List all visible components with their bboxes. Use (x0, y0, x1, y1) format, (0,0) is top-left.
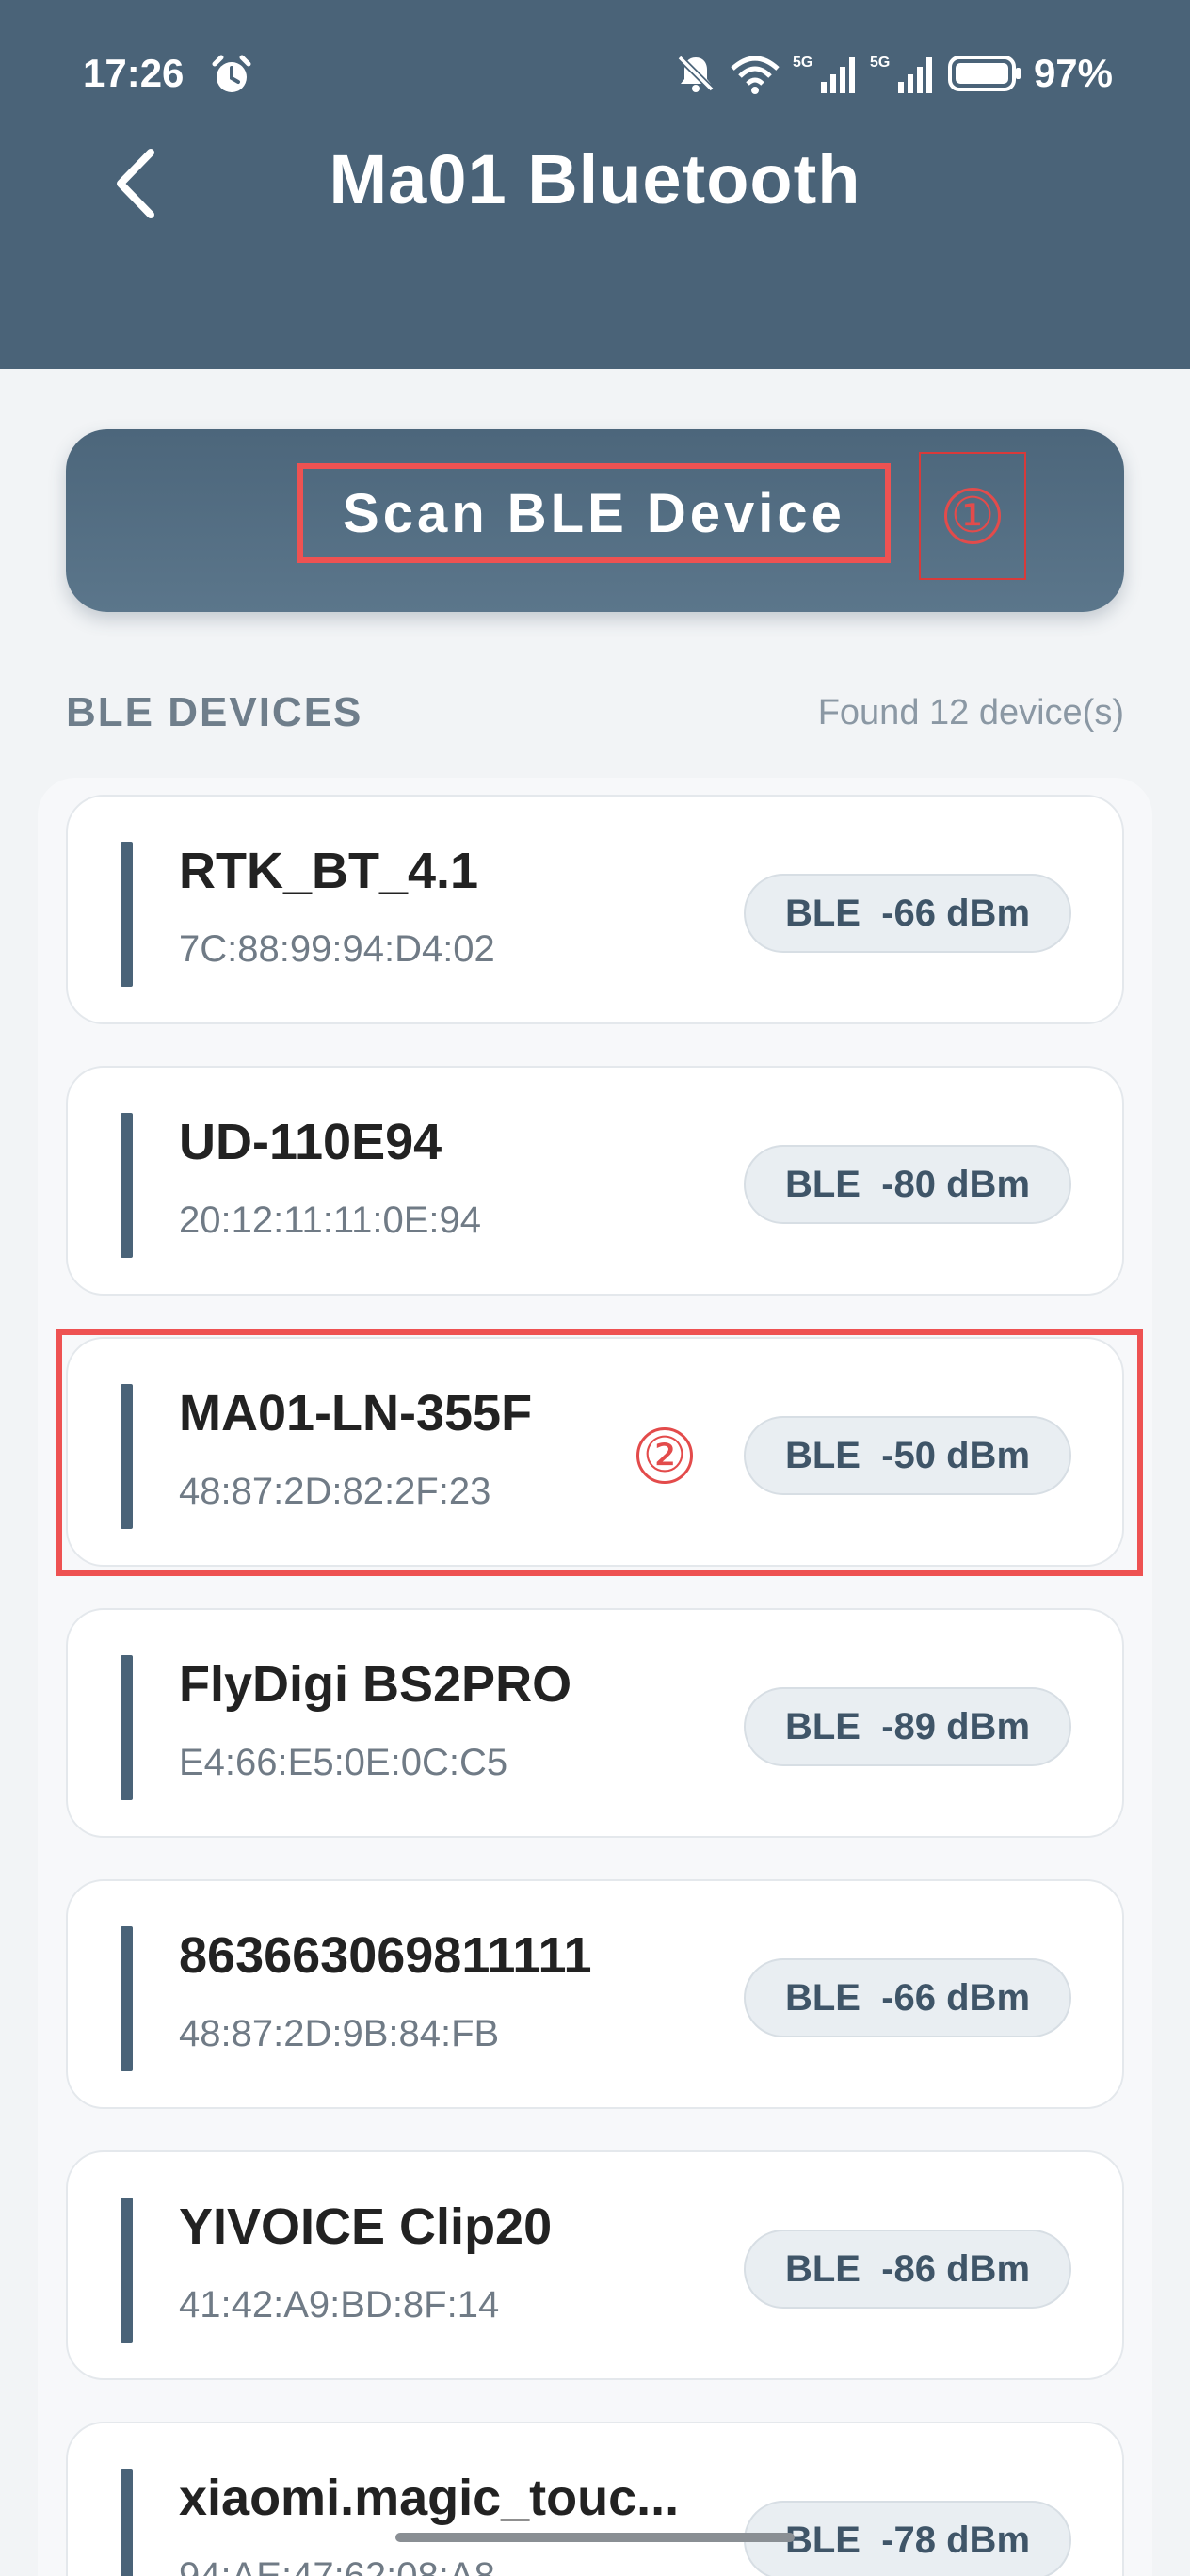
device-card[interactable]: xiaomi.magic_touc... 94:AE:47:62:08:A8 B… (66, 2422, 1124, 2576)
svg-text:5G: 5G (793, 55, 812, 71)
device-card[interactable]: UD-110E94 20:12:11:11:0E:94 BLE -80 dBm (66, 1066, 1124, 1296)
status-icons: 5G 5G 97% (674, 51, 1113, 96)
device-mac: 20:12:11:11:0E:94 (179, 1199, 482, 1241)
device-name: YIVOICE Clip20 (179, 2198, 553, 2255)
device-mac: 41:42:A9:BD:8F:14 (179, 2284, 500, 2326)
device-name: xiaomi.magic_touc... (179, 2470, 680, 2526)
device-card[interactable]: RTK_BT_4.1 7C:88:99:94:D4:02 BLE -66 dBm (66, 795, 1124, 1024)
device-mac: 7C:88:99:94:D4:02 (179, 928, 495, 970)
card-accent-bar (121, 1384, 133, 1529)
device-card[interactable]: YIVOICE Clip20 41:42:A9:BD:8F:14 BLE -86… (66, 2150, 1124, 2380)
rssi-badge: BLE -66 dBm (744, 1958, 1071, 2037)
device-list[interactable]: RTK_BT_4.1 7C:88:99:94:D4:02 BLE -66 dBm… (38, 778, 1152, 2576)
device-count: Found 12 device(s) (817, 693, 1124, 733)
status-bar: 17:26 5G 5G 97% (0, 47, 1190, 104)
scan-button-label: Scan BLE Device (298, 463, 891, 563)
svg-text:5G: 5G (870, 55, 890, 71)
status-time: 17:26 (83, 51, 185, 95)
device-mac: 48:87:2D:9B:84:FB (179, 2013, 500, 2054)
rssi-badge: BLE -89 dBm (744, 1687, 1071, 1766)
rssi-badge: BLE -80 dBm (744, 1145, 1071, 1224)
wifi-icon (731, 56, 780, 94)
signal-1-icon: 5G (793, 55, 855, 93)
device-name: 863663069811111 (179, 1927, 592, 1984)
annotation-marker-1: ① (944, 488, 1001, 544)
scan-ble-button[interactable]: Scan BLE Device ① (66, 429, 1124, 612)
rssi-badge: BLE -86 dBm (744, 2230, 1071, 2309)
card-accent-bar (121, 1926, 133, 2071)
app-header: 17:26 5G 5G 97% Ma01 Bluetooth (0, 0, 1190, 369)
mute-bell-icon (677, 55, 715, 92)
device-card[interactable]: FlyDigi BS2PRO E4:66:E5:0E:0C:C5 BLE -89… (66, 1608, 1124, 1838)
battery-percent: 97% (1033, 51, 1113, 95)
card-accent-bar (121, 842, 133, 987)
device-name: MA01-LN-355F (179, 1385, 533, 1441)
annotation-marker-2: ② (636, 1427, 693, 1484)
rssi-badge: BLE -50 dBm (744, 1416, 1071, 1495)
device-mac: E4:66:E5:0E:0C:C5 (179, 1742, 508, 1783)
device-name: FlyDigi BS2PRO (179, 1656, 572, 1713)
annotation-box-1: ① (919, 452, 1026, 580)
signal-2-icon: 5G (870, 55, 932, 93)
device-mac: 48:87:2D:82:2F:23 (179, 1471, 491, 1512)
device-name: RTK_BT_4.1 (179, 843, 479, 899)
section-title: BLE DEVICES (66, 689, 363, 735)
card-accent-bar (121, 1655, 133, 1800)
device-mac: 94:AE:47:62:08:A8 (179, 2555, 495, 2576)
home-indicator[interactable] (395, 2533, 795, 2542)
device-card[interactable]: 863663069811111 48:87:2D:9B:84:FB BLE -6… (66, 1879, 1124, 2109)
page-title: Ma01 Bluetooth (329, 140, 861, 218)
device-name: UD-110E94 (179, 1114, 442, 1170)
battery-icon (947, 56, 1021, 91)
rssi-badge: BLE -66 dBm (744, 874, 1071, 953)
alarm-icon (212, 55, 251, 92)
card-accent-bar (121, 2198, 133, 2343)
card-accent-bar (121, 2469, 133, 2576)
card-accent-bar (121, 1113, 133, 1258)
device-card[interactable]: MA01-LN-355F 48:87:2D:82:2F:23 BLE -50 d… (66, 1337, 1124, 1567)
